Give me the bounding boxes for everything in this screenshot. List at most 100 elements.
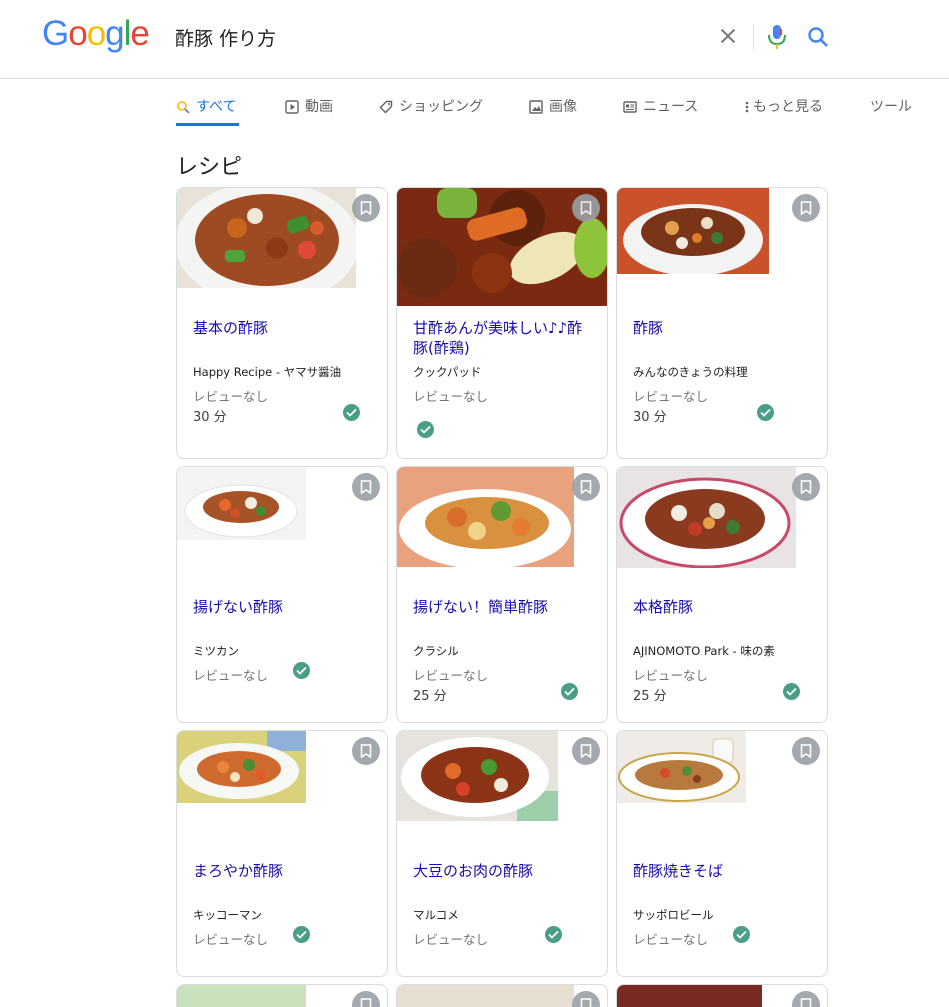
recipe-image <box>617 985 762 1007</box>
recipe-card[interactable]: 酢豚焼きそば サッポロビール レビューなし <box>616 730 828 977</box>
recipe-source: AJINOMOTO Park - 味の素 <box>633 644 775 658</box>
check-icon <box>733 926 750 943</box>
news-icon <box>623 101 637 113</box>
bookmark-icon <box>800 998 812 1007</box>
recipe-review: レビューなし <box>193 932 269 947</box>
recipe-card[interactable]: 大豆のお肉の酢豚 マルコメ レビューなし <box>396 730 608 977</box>
recipe-source: クラシル <box>413 644 459 658</box>
bookmark-button[interactable] <box>792 991 820 1007</box>
recipe-card[interactable]: 酢豚 みんなのきょうの料理 レビューなし 30 分 <box>616 187 828 459</box>
recipe-review: レビューなし <box>633 932 709 947</box>
tab-shopping[interactable]: ショッピング <box>379 96 483 126</box>
recipe-title[interactable]: 揚げない！簡単酢豚 <box>413 597 593 617</box>
tab-news[interactable]: ニュース <box>623 96 698 126</box>
recipe-card[interactable]: 揚げない！簡単酢豚 クラシル レビューなし 25 分 <box>396 466 608 723</box>
recipe-title[interactable]: 大豆のお肉の酢豚 <box>413 861 593 881</box>
bookmark-icon <box>580 998 592 1007</box>
search-tabs: すべて 動画 ショッピング 画像 ニュース もっと見る ツール <box>176 96 936 126</box>
recipe-source: Happy Recipe - ヤマサ醤油 <box>193 365 342 379</box>
bookmark-icon <box>800 480 812 494</box>
search-input[interactable]: 酢豚 作り方 <box>175 24 276 51</box>
recipe-source: マルコメ <box>413 908 459 922</box>
bookmark-icon <box>360 998 372 1007</box>
recipe-image <box>177 467 306 540</box>
tab-more[interactable]: もっと見る <box>744 96 823 126</box>
recipe-title[interactable]: 本格酢豚 <box>633 597 813 617</box>
bookmark-button[interactable] <box>792 194 820 222</box>
recipe-time: 25 分 <box>413 689 447 704</box>
recipe-image <box>617 731 746 803</box>
recipe-source: ミツカン <box>193 644 239 658</box>
recipe-card[interactable]: 本格酢豚 AJINOMOTO Park - 味の素 レビューなし 25 分 <box>616 466 828 723</box>
tab-label: もっと見る <box>753 99 823 115</box>
bookmark-icon <box>580 744 592 758</box>
clear-icon[interactable] <box>717 25 739 47</box>
recipe-image <box>177 188 356 288</box>
bookmark-button[interactable] <box>572 737 600 765</box>
bookmark-button[interactable] <box>352 473 380 501</box>
recipe-image <box>177 985 306 1007</box>
recipe-title[interactable]: 揚げない酢豚 <box>193 597 373 617</box>
tab-label: 画像 <box>549 99 577 115</box>
recipe-time: 30 分 <box>193 410 227 425</box>
search-icon <box>177 101 190 114</box>
bookmark-button[interactable] <box>572 473 600 501</box>
bookmark-button[interactable] <box>352 194 380 222</box>
recipe-image <box>397 985 574 1007</box>
recipe-review: レビューなし <box>193 668 269 683</box>
check-icon <box>293 926 310 943</box>
more-vert-icon <box>745 101 749 113</box>
tab-label: ショッピング <box>399 99 483 115</box>
image-icon <box>529 100 543 114</box>
bookmark-button[interactable] <box>352 737 380 765</box>
tab-label: ツール <box>870 99 912 115</box>
bookmark-button[interactable] <box>792 737 820 765</box>
recipe-card[interactable]: 基本の酢豚 Happy Recipe - ヤマサ醤油 レビューなし 30 分 <box>176 187 388 459</box>
recipe-source: みんなのきょうの料理 <box>633 365 748 379</box>
recipe-time: 30 分 <box>633 410 667 425</box>
recipe-card[interactable]: 甘酢あんが美味しい♪♪酢豚(酢鶏) クックパッド レビューなし <box>396 187 608 459</box>
recipe-review: レビューなし <box>413 668 489 683</box>
bookmark-button[interactable] <box>572 194 600 222</box>
recipe-review: レビューなし <box>413 389 489 404</box>
section-title: レシピ <box>176 155 243 180</box>
bookmark-icon <box>360 201 372 215</box>
video-icon <box>285 100 299 114</box>
mic-icon[interactable] <box>766 23 788 51</box>
recipe-title[interactable]: 酢豚 <box>633 318 813 338</box>
bookmark-icon <box>580 201 592 215</box>
bookmark-button[interactable] <box>572 991 600 1007</box>
search-icon[interactable] <box>806 25 830 49</box>
recipe-title[interactable]: 酢豚焼きそば <box>633 861 813 881</box>
recipe-card[interactable] <box>176 984 388 1007</box>
header: Google 酢豚 作り方 <box>0 0 949 79</box>
recipe-title[interactable]: 基本の酢豚 <box>193 318 373 338</box>
recipe-image <box>617 188 769 274</box>
tab-all[interactable]: すべて <box>176 96 239 126</box>
recipe-card[interactable] <box>616 984 828 1007</box>
bookmark-button[interactable] <box>792 473 820 501</box>
tab-videos[interactable]: 動画 <box>285 96 333 126</box>
recipe-review: レビューなし <box>193 389 269 404</box>
tab-tools[interactable]: ツール <box>870 96 912 126</box>
recipe-title[interactable]: まろやか酢豚 <box>193 861 373 881</box>
bookmark-button[interactable] <box>352 991 380 1007</box>
check-icon <box>757 404 774 421</box>
google-logo[interactable]: Google <box>42 14 150 54</box>
search-box[interactable]: 酢豚 作り方 <box>160 10 840 64</box>
check-icon <box>545 926 562 943</box>
tab-images[interactable]: 画像 <box>529 96 577 126</box>
bookmark-icon <box>800 744 812 758</box>
recipe-card[interactable] <box>396 984 608 1007</box>
bookmark-icon <box>360 744 372 758</box>
recipe-card[interactable]: 揚げない酢豚 ミツカン レビューなし <box>176 466 388 723</box>
recipe-card[interactable]: まろやか酢豚 キッコーマン レビューなし <box>176 730 388 977</box>
recipe-title[interactable]: 甘酢あんが美味しい♪♪酢豚(酢鶏) <box>413 318 593 358</box>
check-icon <box>417 421 434 438</box>
recipe-image <box>177 731 306 803</box>
recipe-review: レビューなし <box>633 389 709 404</box>
check-icon <box>293 662 310 679</box>
recipe-image <box>397 467 574 567</box>
recipe-review: レビューなし <box>413 932 489 947</box>
recipe-source: キッコーマン <box>193 908 262 922</box>
